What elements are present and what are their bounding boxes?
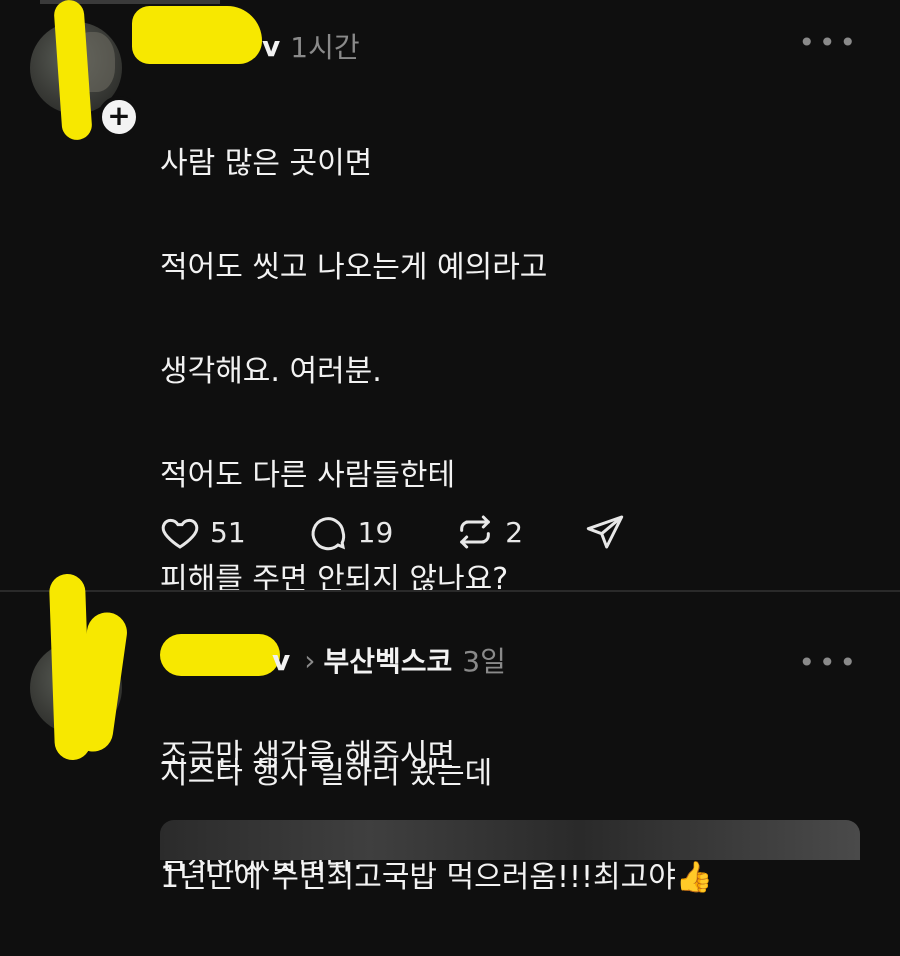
post-time: 3일 bbox=[462, 645, 506, 678]
post-line: 적어도 씻고 나오는게 예의라고 bbox=[160, 250, 548, 285]
share-button[interactable] bbox=[585, 512, 635, 552]
follow-plus-icon[interactable]: + bbox=[98, 96, 140, 138]
repost-icon bbox=[460, 515, 491, 549]
post-actions: 51 19 2 bbox=[160, 512, 697, 552]
post-time: 1시간 bbox=[290, 31, 360, 64]
community-name[interactable]: 부산벡스코 bbox=[323, 640, 452, 680]
post-line: 생각해요. 여러분. bbox=[160, 354, 382, 389]
post-header: v › 부산벡스코 3일 bbox=[272, 640, 506, 680]
post-line: 사람 많은 곳이면 bbox=[160, 146, 373, 181]
username[interactable]: v bbox=[272, 644, 290, 677]
post-header: v 1시간 bbox=[262, 26, 360, 66]
post-line: 적어도 다른 사람들한테 bbox=[160, 458, 456, 493]
comment-count: 19 bbox=[357, 515, 394, 549]
post-image[interactable] bbox=[160, 820, 860, 860]
like-count: 51 bbox=[210, 515, 246, 549]
send-icon bbox=[586, 515, 624, 549]
repost-button[interactable]: 2 bbox=[455, 512, 523, 552]
comment-button[interactable]: 19 bbox=[308, 512, 394, 552]
heart-icon bbox=[161, 518, 199, 549]
chevron-right-icon: › bbox=[304, 643, 316, 677]
more-icon[interactable]: ••• bbox=[798, 26, 860, 59]
post-line: 지스타 행사 일하러 왔는데 bbox=[160, 756, 493, 791]
redaction-mark bbox=[53, 0, 93, 141]
more-icon[interactable]: ••• bbox=[798, 646, 860, 679]
redaction-mark bbox=[132, 6, 262, 64]
repost-count: 2 bbox=[505, 515, 524, 549]
post-1: + v 1시간 ••• 사람 많은 곳이면 적어도 씻고 나오는게 예의라고 생… bbox=[0, 0, 900, 877]
like-button[interactable]: 51 bbox=[160, 512, 246, 552]
redaction-mark bbox=[160, 634, 280, 676]
username[interactable]: v bbox=[262, 30, 280, 63]
post-2: v › 부산벡스코 3일 ••• 지스타 행사 일하러 왔는데 1년만에 수변최… bbox=[0, 573, 900, 895]
comment-icon bbox=[311, 517, 345, 551]
